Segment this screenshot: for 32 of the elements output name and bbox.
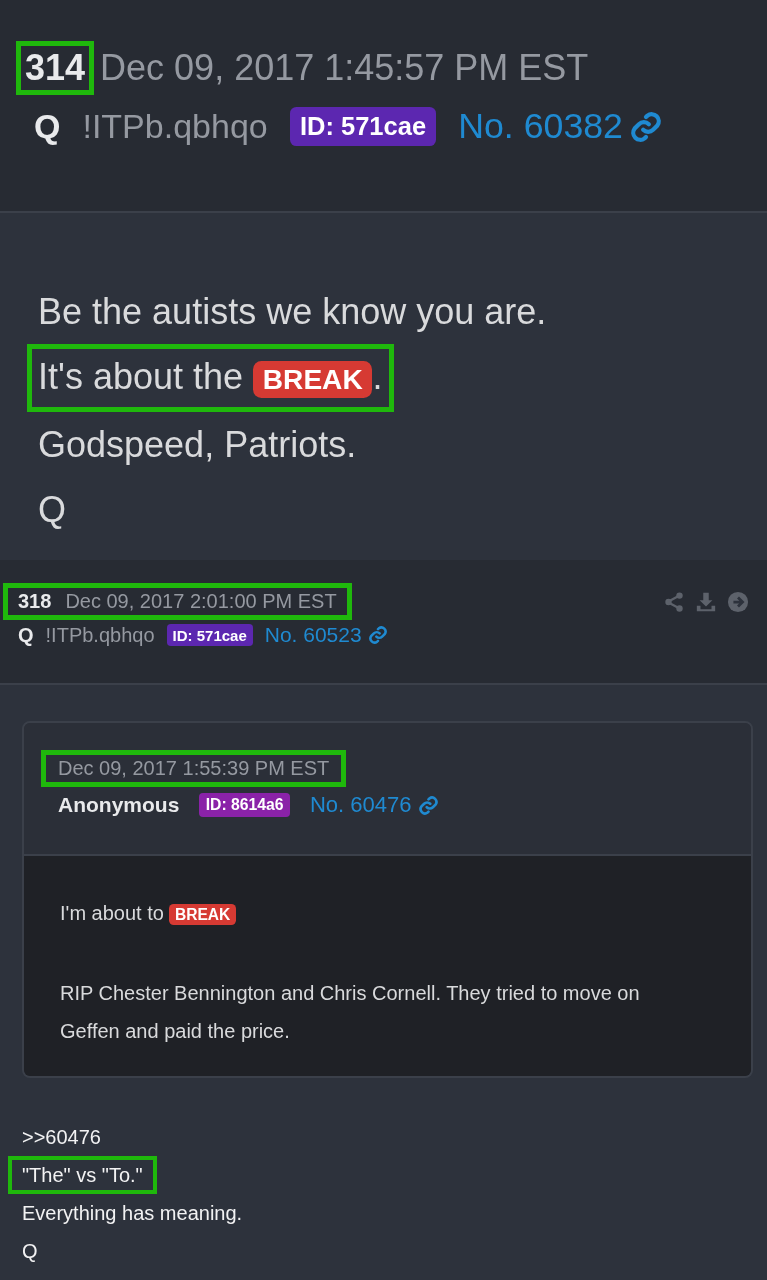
author-name: Q (34, 107, 61, 146)
post-index: 314 (16, 41, 95, 95)
post-number-link[interactable]: No. 60382 (458, 106, 663, 147)
post-text-line: Q (37, 488, 67, 532)
post-text-line: Everything has meaning. (21, 1201, 244, 1226)
author-name: Q (18, 623, 34, 647)
id-badge: ID: 8614a6 (199, 793, 290, 817)
post-number-link[interactable]: No. 60523 (264, 623, 388, 647)
post-text-line: >>60476 (21, 1125, 102, 1150)
author-name: Anonymous (58, 793, 180, 817)
link-icon (628, 109, 663, 144)
share-icon[interactable] (663, 590, 685, 613)
link-icon (417, 794, 439, 816)
quoted-text: RIP Chester Bennington and Chris Cornell. They tried to move on Geffen and paid the price. (60, 981, 641, 1044)
quoted-post-date: Dec 09, 2017 1:55:39 PM EST (41, 750, 347, 787)
post-date: Dec 09, 2017 2:01:00 PM EST (64, 589, 338, 614)
post-number-link[interactable]: No. 60476 (309, 792, 439, 818)
download-icon[interactable] (695, 590, 717, 613)
quoted-text: I'm about to BREAK (60, 894, 236, 934)
break-tag: BREAK (169, 904, 236, 925)
id-badge: ID: 571cae (289, 107, 437, 146)
break-tag: BREAK (253, 361, 373, 398)
tripcode: !ITPb.qbhqo (45, 623, 155, 647)
link-icon (367, 625, 388, 645)
post-text-line: Godspeed, Patriots. (37, 423, 358, 467)
id-badge: ID: 571cae (166, 623, 253, 647)
arrow-right-icon[interactable] (727, 590, 749, 613)
post-date: Dec 09, 2017 1:45:57 PM EST (99, 46, 590, 90)
post-text-line: Be the autists we know you are. (37, 290, 548, 334)
post-text-line: Q (21, 1239, 39, 1264)
tripcode: !ITPb.qbhqo (82, 107, 268, 146)
post-index: 318 (17, 589, 53, 614)
